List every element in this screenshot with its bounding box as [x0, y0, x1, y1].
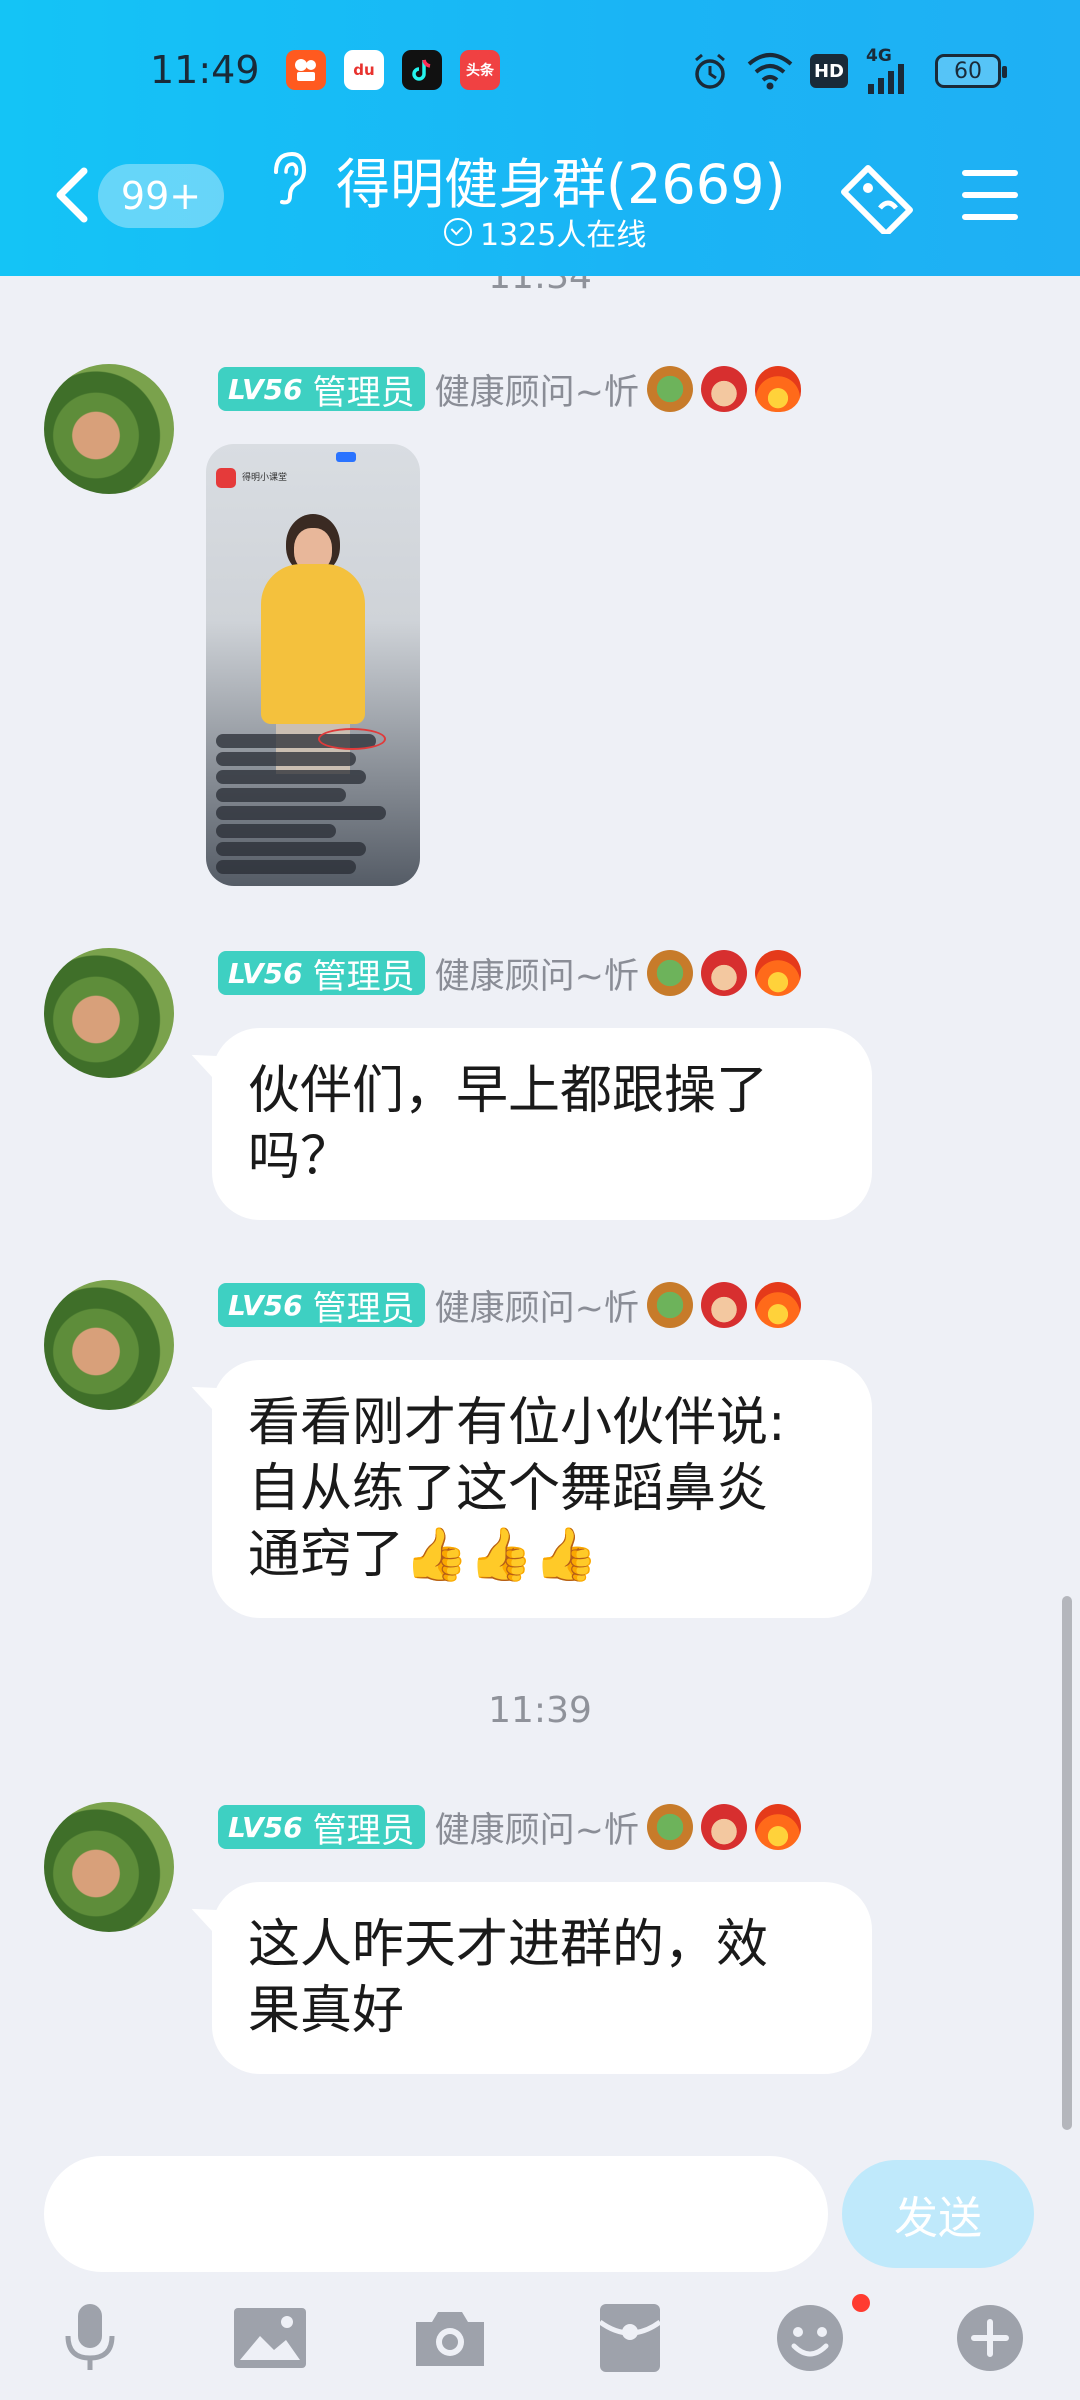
ear-icon[interactable]	[268, 150, 308, 206]
video-comments-overlay	[216, 734, 396, 878]
sender-meta: LV56 管理员 健康顾问~忻	[218, 948, 801, 998]
fire-badge-icon	[754, 1804, 801, 1850]
status-time: 11:49	[150, 48, 260, 92]
time-divider: 11:34	[488, 276, 592, 297]
message-text-line: 伙伴们，早上都跟操了	[248, 1061, 769, 1121]
role-label: 管理员	[312, 1288, 415, 1329]
notification-dot	[852, 2294, 870, 2312]
message-text-line: 果真好	[248, 1981, 405, 2041]
dragon-badge-icon	[646, 1282, 693, 1328]
emoji-icon[interactable]	[770, 2298, 850, 2378]
chat-message-list[interactable]: 11:34 LV56 管理员 健康顾问~忻 得明小课堂 LV56 管理员 健康顾…	[0, 276, 1080, 2152]
image-icon[interactable]	[230, 2298, 310, 2378]
avatar[interactable]	[44, 364, 174, 494]
time-divider: 11:39	[488, 1690, 592, 1731]
app-logo-icon	[216, 468, 236, 488]
level-badge: LV56 管理员	[218, 1805, 425, 1851]
dragon-badge-icon	[646, 950, 693, 996]
level-badge: LV56 管理员	[218, 367, 425, 413]
camera-icon[interactable]	[410, 2298, 490, 2378]
scrollbar[interactable]	[1062, 1596, 1072, 2130]
baidu-map-icon: du	[344, 50, 384, 90]
status-bar: 11:49 du 头条 HD 4G 60	[0, 40, 1080, 104]
hd-badge: HD	[810, 54, 848, 88]
role-label: 管理员	[312, 1810, 415, 1851]
highlight-ring	[318, 728, 386, 750]
level-badge: LV56 管理员	[218, 951, 425, 997]
avatar[interactable]	[44, 948, 174, 1078]
fire-badge-icon	[754, 366, 801, 412]
message-bubble[interactable]: 伙伴们，早上都跟操了 吗？	[212, 1028, 872, 1220]
ticket-share-icon[interactable]	[838, 162, 916, 234]
sender-nickname[interactable]: 健康顾问~忻	[435, 364, 639, 415]
unread-count-badge[interactable]: 99+	[98, 164, 224, 228]
fortune-god-badge-icon	[700, 1804, 747, 1850]
sender-meta: LV56 管理员 健康顾问~忻	[218, 364, 801, 414]
message-text-line: 吗？	[248, 1127, 353, 1187]
online-count-text: 1325人在线	[480, 218, 647, 253]
video-top-tag	[336, 452, 356, 462]
back-arrow-icon[interactable]	[50, 165, 94, 225]
message-bubble[interactable]: 看看刚才有位小伙伴说: 自从练了这个舞蹈鼻炎 通窍了👍👍👍	[212, 1360, 872, 1618]
plus-icon[interactable]	[950, 2298, 1030, 2378]
wifi-icon	[747, 53, 793, 90]
online-status[interactable]: 1325人在线	[444, 210, 646, 254]
fire-badge-icon	[754, 950, 801, 996]
message-text-line: 自从练了这个舞蹈鼻炎	[248, 1459, 769, 1519]
send-button[interactable]: 发送	[842, 2160, 1034, 2268]
level-number: LV56	[228, 1810, 303, 1844]
alarm-icon	[695, 53, 725, 89]
message-bubble[interactable]: 这人昨天才进群的，效 果真好	[212, 1882, 872, 2074]
message-text-line: 通窍了👍👍👍	[248, 1525, 599, 1585]
message-text-line: 这人昨天才进群的，效	[248, 1915, 769, 1975]
sender-nickname[interactable]: 健康顾问~忻	[435, 1280, 639, 1331]
sender-nickname[interactable]: 健康顾问~忻	[435, 948, 639, 999]
sender-meta: LV56 管理员 健康顾问~忻	[218, 1280, 801, 1330]
signal-icon	[868, 64, 904, 94]
tiktok-icon	[402, 50, 442, 90]
fortune-god-badge-icon	[700, 950, 747, 996]
message-text-line: 看看刚才有位小伙伴说:	[248, 1393, 786, 1453]
level-badge: LV56 管理员	[218, 1283, 425, 1329]
avatar[interactable]	[44, 1280, 174, 1410]
avatar[interactable]	[44, 1802, 174, 1932]
role-label: 管理员	[312, 956, 415, 997]
dragon-badge-icon	[646, 1804, 693, 1850]
fire-badge-icon	[754, 1282, 801, 1328]
input-bar: 发送	[0, 2152, 1080, 2400]
video-message-card[interactable]: 得明小课堂	[206, 444, 420, 886]
group-title[interactable]: 得明健身群(2669)	[336, 140, 786, 219]
level-number: LV56	[228, 372, 303, 406]
online-check-icon	[444, 218, 472, 246]
red-packet-icon[interactable]	[590, 2298, 670, 2378]
fortune-god-badge-icon	[700, 1282, 747, 1328]
menu-icon[interactable]	[962, 170, 1018, 222]
video-title: 得明小课堂	[242, 473, 288, 483]
toutiao-icon: 头条	[460, 50, 500, 90]
network-type: 4G	[866, 46, 892, 66]
fortune-god-badge-icon	[700, 366, 747, 412]
dragon-badge-icon	[646, 366, 693, 412]
kuaishou-icon	[286, 50, 326, 90]
sender-meta: LV56 管理员 健康顾问~忻	[218, 1802, 801, 1852]
level-number: LV56	[228, 956, 303, 990]
battery-indicator: 60	[935, 54, 1007, 88]
role-label: 管理员	[312, 372, 415, 413]
level-number: LV56	[228, 1288, 303, 1322]
microphone-icon[interactable]	[50, 2298, 130, 2378]
message-input[interactable]	[44, 2156, 828, 2272]
chat-header: 11:49 du 头条 HD 4G 60 99+ 得明健身群(2669) 132…	[0, 0, 1080, 276]
sender-nickname[interactable]: 健康顾问~忻	[435, 1802, 639, 1853]
